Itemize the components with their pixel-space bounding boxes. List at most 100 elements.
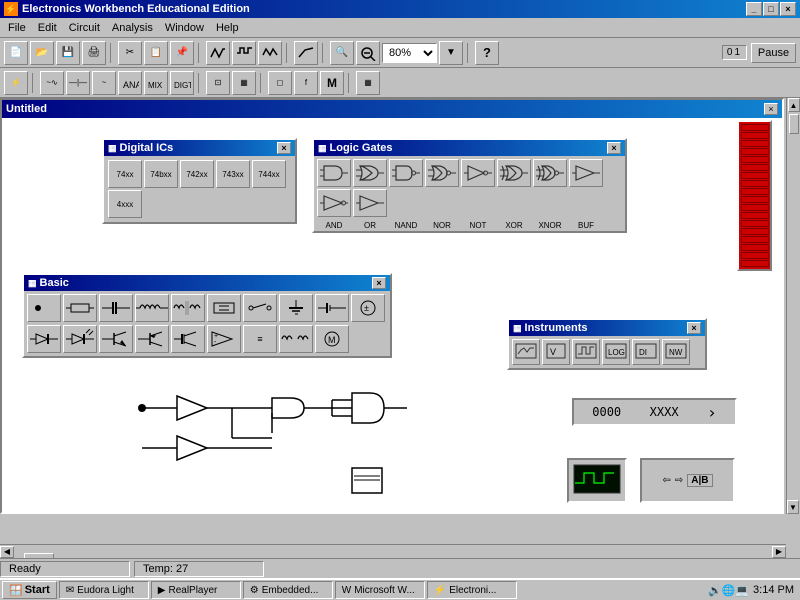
strip-item-17[interactable] — [741, 252, 769, 259]
minimize-button[interactable]: _ — [746, 2, 762, 16]
basic-close-button[interactable]: × — [372, 277, 386, 289]
paste-button[interactable]: 📌 — [170, 41, 194, 65]
close-button[interactable]: × — [780, 2, 796, 16]
canvas[interactable]: ▦ Digital ICs × 74xx 74bxx 742xx 743xx 7… — [2, 118, 782, 512]
zoom-in-button[interactable]: 🔍 — [330, 41, 354, 65]
pause-button[interactable]: Pause — [751, 43, 796, 63]
taskbar-word[interactable]: W Microsoft W... — [335, 581, 425, 599]
instruments-title-bar[interactable]: ▦ Instruments × — [509, 320, 705, 336]
gate-or-btn[interactable] — [353, 159, 387, 187]
logic-gates-close-button[interactable]: × — [607, 142, 621, 154]
scroll-right-arrow[interactable]: ▶ — [772, 546, 786, 558]
basic-bjt-pnp[interactable] — [135, 325, 169, 353]
arrow-right[interactable]: ⇨ — [675, 475, 683, 486]
basic-led[interactable] — [63, 325, 97, 353]
basic-bjt-npn[interactable] — [99, 325, 133, 353]
scroll-thumb-v[interactable] — [789, 114, 799, 134]
strip-item-15[interactable] — [741, 236, 769, 243]
strip-item-1[interactable] — [741, 124, 769, 131]
copy-button[interactable]: 📋 — [144, 41, 168, 65]
basic-opamp[interactable]: +- — [207, 325, 241, 353]
basic-switch[interactable] — [243, 294, 277, 322]
strip-item-12[interactable] — [741, 212, 769, 219]
strip-item-2[interactable] — [741, 132, 769, 139]
bode-button[interactable] — [294, 41, 318, 65]
passive4-button[interactable]: ANA — [118, 71, 142, 95]
digital-ics-title-bar[interactable]: ▦ Digital ICs × — [104, 140, 295, 156]
misc-button[interactable]: ◻ — [268, 71, 292, 95]
strip-item-10[interactable] — [741, 196, 769, 203]
vertical-scrollbar[interactable]: ▲ ▼ — [786, 98, 800, 514]
basic-battery[interactable] — [315, 294, 349, 322]
start-button[interactable]: 🪟 Start — [2, 581, 57, 599]
zoom-out-button[interactable] — [356, 41, 380, 65]
scope-display[interactable] — [567, 458, 627, 503]
oscilloscope-button[interactable] — [512, 339, 540, 365]
instruments-close-button[interactable]: × — [687, 322, 701, 334]
passive3-button[interactable]: ~ — [92, 71, 116, 95]
scroll-left-arrow[interactable]: ◀ — [0, 546, 14, 558]
gate-extra1-btn[interactable] — [317, 189, 351, 217]
basic-diode[interactable] — [27, 325, 61, 353]
gate-and-btn[interactable] — [317, 159, 351, 187]
network-button[interactable]: NW — [662, 339, 690, 365]
horizontal-scrollbar[interactable]: ◀ ▶ — [0, 544, 786, 558]
digit-button[interactable]: DIGT — [170, 71, 194, 95]
basic-wire[interactable] — [27, 294, 61, 322]
gate-nand-btn[interactable] — [389, 159, 423, 187]
zoom-dropdown-button[interactable]: ▼ — [439, 41, 463, 65]
taskbar-eudora[interactable]: ✉ Eudora Light — [59, 581, 149, 599]
arrow-left[interactable]: ⇦ — [662, 475, 670, 486]
strip-item-13[interactable] — [741, 220, 769, 227]
passive2-button[interactable]: —|— — [66, 71, 90, 95]
strip-item-16[interactable] — [741, 244, 769, 251]
waveform3-button[interactable] — [258, 41, 282, 65]
waveform2-button[interactable] — [232, 41, 256, 65]
gate-extra2-btn[interactable] — [353, 189, 387, 217]
taskbar-ewb[interactable]: ⚡ Electroni... — [427, 581, 517, 599]
misc2-button[interactable]: f — [294, 71, 318, 95]
logic-gates-title-bar[interactable]: ▦ Logic Gates × — [314, 140, 625, 156]
sources-button[interactable]: ⚡ — [4, 71, 28, 95]
menu-window[interactable]: Window — [159, 20, 210, 36]
strip-item-7[interactable] — [741, 172, 769, 179]
strip-item-14[interactable] — [741, 228, 769, 235]
taskbar-realplayer[interactable]: ▶ RealPlayer — [151, 581, 241, 599]
indicator-button[interactable]: ⊡ — [206, 71, 230, 95]
basic-xfmr[interactable] — [279, 325, 313, 353]
workspace-close-button[interactable]: × — [764, 103, 778, 115]
menu-analysis[interactable]: Analysis — [106, 20, 159, 36]
strip-item-3[interactable] — [741, 140, 769, 147]
gate-nor-btn[interactable] — [425, 159, 459, 187]
zoom-select[interactable]: 80% 25% 50% 100% 125% 200% — [382, 43, 437, 63]
ic-743xx[interactable]: 743xx — [216, 160, 250, 188]
new-button[interactable]: 📄 — [4, 41, 28, 65]
scroll-up-arrow[interactable]: ▲ — [788, 98, 800, 112]
ic-4xxx[interactable]: 4xxx — [108, 190, 142, 218]
function-gen-button[interactable] — [572, 339, 600, 365]
strip-item-11[interactable] — [741, 204, 769, 211]
gate-xor-btn[interactable] — [497, 159, 531, 187]
gate-buf-btn[interactable] — [569, 159, 603, 187]
print-button[interactable]: 🖨 — [82, 41, 106, 65]
misc3-button[interactable]: M — [320, 71, 344, 95]
menu-file[interactable]: File — [2, 20, 32, 36]
strip-item-9[interactable] — [741, 188, 769, 195]
cut-button[interactable]: ✂ — [118, 41, 142, 65]
ic-74xx[interactable]: 74xx — [108, 160, 142, 188]
basic-probe[interactable]: ≡ — [243, 325, 277, 353]
distortion-button[interactable]: DI — [632, 339, 660, 365]
maximize-button[interactable]: □ — [763, 2, 779, 16]
ic-744xx[interactable]: 744xx — [252, 160, 286, 188]
strip-item-5[interactable] — [741, 156, 769, 163]
basic-inductor[interactable] — [135, 294, 169, 322]
menu-circuit[interactable]: Circuit — [63, 20, 106, 36]
basic-transformer[interactable] — [171, 294, 205, 322]
display-button[interactable]: ▦ — [232, 71, 256, 95]
misc4-button[interactable]: ▦ — [356, 71, 380, 95]
basic-mosfet[interactable] — [171, 325, 205, 353]
basic-resistor[interactable] — [63, 294, 97, 322]
open-button[interactable]: 📂 — [30, 41, 54, 65]
strip-item-18[interactable] — [741, 260, 769, 267]
help-button[interactable]: ? — [475, 41, 499, 65]
